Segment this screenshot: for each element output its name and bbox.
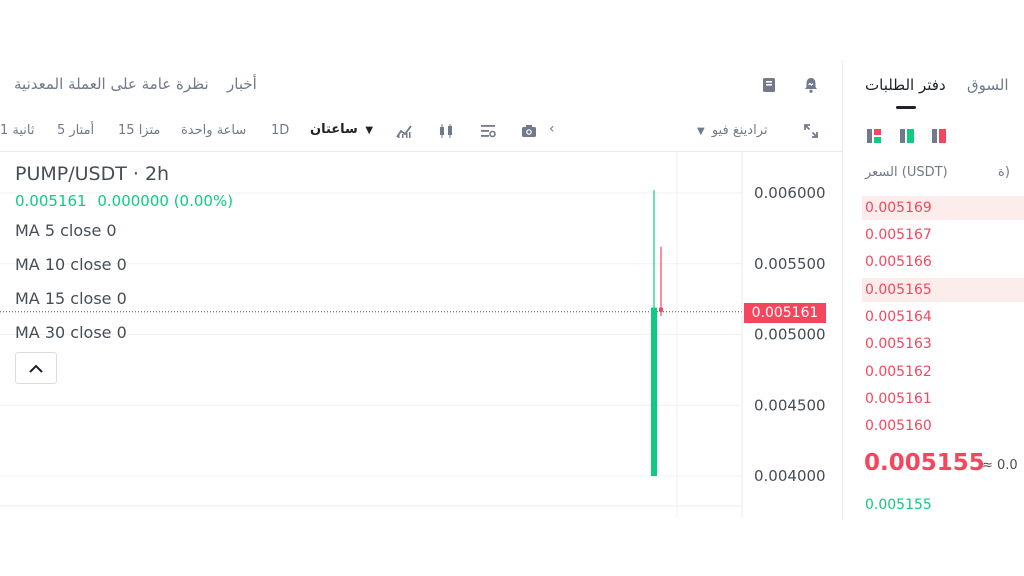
y-axis-label: 0.004000 [754,467,826,485]
chevron-left-icon[interactable]: ‹ [549,121,555,137]
candle-body [659,307,663,312]
selected-interval-label: ساعتان [310,122,358,137]
orderbook-bids-icon[interactable] [899,128,915,144]
tab-coin-overview[interactable]: نظرة عامة على العملة المعدنية [14,75,209,93]
camera-icon[interactable] [520,122,538,140]
ask-price[interactable]: 0.005161 [865,391,932,407]
alert-bell-icon[interactable] [802,76,820,94]
last-price: 0.005161 [15,192,87,210]
tradingview-label: ترادينغ فيو [711,123,768,138]
ma5-label: MA 5 close 0 [15,221,117,240]
ask-price[interactable]: 0.005165 [865,282,932,298]
y-axis-label: 0.004500 [754,396,826,414]
ask-price[interactable]: 0.005162 [865,364,932,380]
tab-news[interactable]: أخبار [227,75,257,93]
collapse-legend-button[interactable] [15,352,57,384]
price-change: 0.000000 (0.00%) [97,192,234,210]
interval-1s[interactable]: 1 ثانية [0,123,35,138]
interval-1h[interactable]: ساعة واحدة [181,123,246,138]
candle-type-icon[interactable] [437,122,455,140]
pair-interval-title: PUMP/USDT · 2h [15,163,170,185]
panel-divider [842,60,843,520]
book-icon[interactable] [760,76,778,94]
active-tab-indicator [896,106,916,109]
interval-15m[interactable]: 15 متزا [118,123,160,138]
caret-down-icon: ▼ [697,126,705,137]
interval-1d[interactable]: 1D [271,123,289,138]
ask-price[interactable]: 0.005164 [865,309,932,325]
y-axis-label: 0.005500 [754,255,826,273]
ma15-label: MA 15 close 0 [15,289,127,308]
ask-price[interactable]: 0.005163 [865,336,932,352]
tradingview-dropdown[interactable]: ▼ ترادينغ فيو [697,123,767,138]
interval-5m[interactable]: 5 أمتار [57,123,94,138]
y-axis-label: 0.006000 [754,184,826,202]
ask-price[interactable]: 0.005169 [865,200,932,216]
price-change-row: 0.005161 0.000000 (0.00%) [15,192,233,210]
chart-settings-icon[interactable] [479,122,497,140]
price-column-header: السعر (USDT) [865,165,948,180]
orderbook-both-icon[interactable] [866,128,882,144]
ma10-label: MA 10 close 0 [15,255,127,274]
ask-price[interactable]: 0.005167 [865,227,932,243]
tab-orderbook[interactable]: دفتر الطلبات [865,76,946,94]
amount-column-header: ة) [998,165,1010,180]
fullscreen-icon[interactable] [802,122,820,140]
caret-down-icon: ▼ [365,125,374,136]
indicator-icon[interactable] [395,122,413,140]
ask-price[interactable]: 0.005160 [865,418,932,434]
mid-price-fiat: ≈ 0.0 [982,458,1018,473]
current-price-tag: 0.005161 [744,303,826,323]
ma30-label: MA 30 close 0 [15,323,127,342]
interval-selected-dropdown[interactable]: ساعتان ▼ [310,122,373,137]
tab-market-trades[interactable]: السوق [967,76,1009,94]
bid-price[interactable]: 0.005155 [865,497,932,513]
chevron-up-icon [29,364,43,373]
ask-price[interactable]: 0.005166 [865,254,932,270]
orderbook-asks-icon[interactable] [931,128,947,144]
candle-body [651,307,657,476]
mid-price: 0.005155 [864,450,985,476]
y-axis-label: 0.005000 [754,326,826,344]
